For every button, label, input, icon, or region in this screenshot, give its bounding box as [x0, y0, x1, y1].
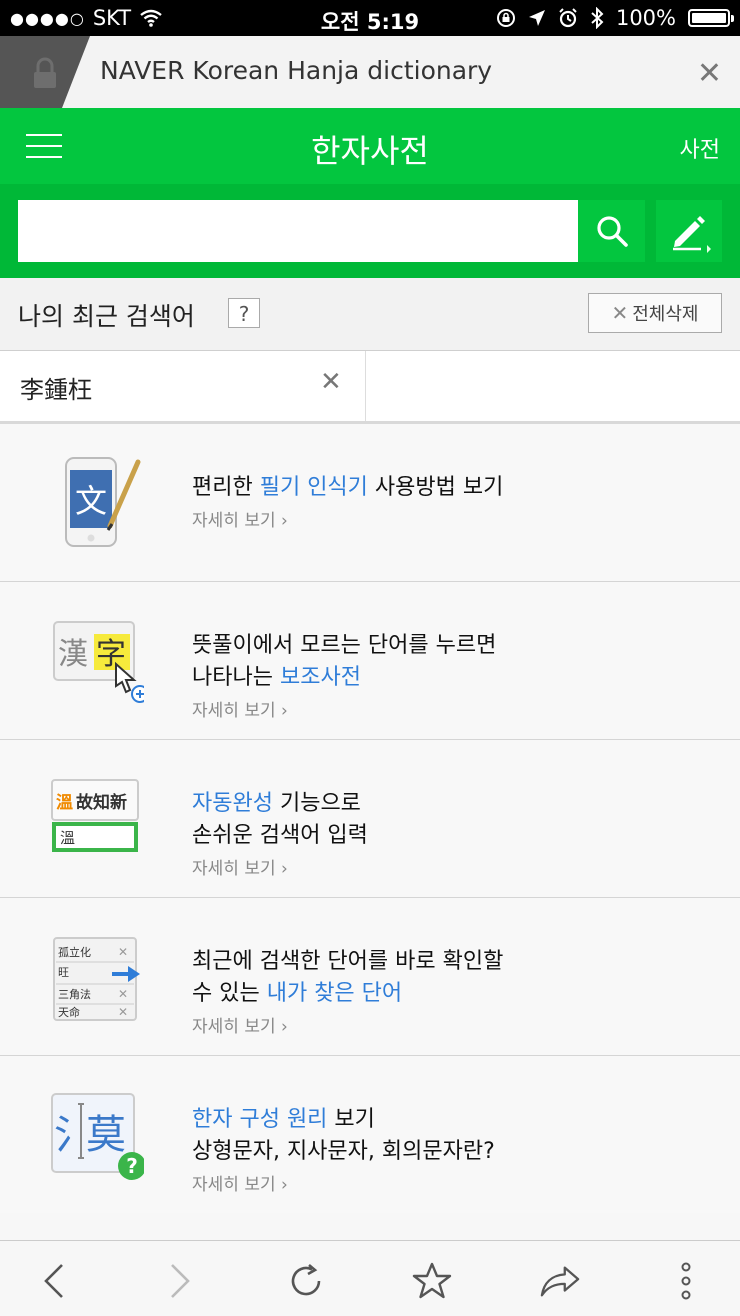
icon-glyph: 溫 — [56, 792, 73, 813]
feature-title-line2: 나타나는 보조사전 — [192, 665, 361, 690]
feature-sub-dictionary[interactable]: 漢 字 뜻풀이에서 모르는 단어를 누르면 나타나는 보조사전 자세히 보기 › — [0, 582, 740, 740]
recent-search-item[interactable]: 李鍾枉 ✕ — [0, 351, 366, 421]
dictionary-link[interactable]: 사전 — [680, 132, 720, 164]
battery-icon — [688, 9, 734, 27]
recent-search-header: 나의 최근 검색어 ? ✕ 전체삭제 — [0, 278, 740, 351]
location-icon — [528, 10, 545, 26]
reload-icon — [291, 1264, 321, 1296]
feature-title: 편리한 필기 인식기 사용방법 보기 — [192, 475, 504, 500]
alarm-icon — [559, 8, 577, 28]
star-icon — [412, 1262, 452, 1299]
app-header: 한자사전 사전 — [0, 108, 740, 184]
status-bar: ●●●●○ SKT 오전 5:19 100% — [0, 0, 740, 36]
sub-dictionary-icon: 漢 字 — [53, 621, 144, 703]
search-input[interactable] — [18, 200, 578, 262]
feature-handwriting-recognizer[interactable]: 文 편리한 필기 인식기 사용방법 보기 자세히 보기 › — [0, 424, 740, 582]
lock-icon — [0, 36, 90, 108]
icon-glyph: 莫 — [86, 1112, 126, 1158]
forward-button[interactable] — [160, 1261, 200, 1301]
recent-search-word[interactable]: 李鍾枉 — [20, 370, 92, 405]
browser-page-title: NAVER Korean Hanja dictionary — [100, 56, 493, 85]
more-link[interactable]: 자세히 보기 › — [192, 856, 368, 882]
icon-glyph: 溫 — [60, 829, 75, 847]
feature-hanja-composition[interactable]: 氵 莫 ? 한자 구성 원리 보기 상형문자, 지사문자, 회의문자란? 자세히… — [0, 1056, 740, 1213]
close-icon: ✕ — [611, 301, 629, 325]
icon-glyph: 文 — [75, 482, 107, 520]
share-button[interactable] — [540, 1261, 580, 1301]
close-icon: ✕ — [118, 987, 128, 1001]
delete-all-label: 전체삭제 — [632, 304, 699, 325]
feature-title-line2: 손쉬운 검색어 입력 — [192, 823, 368, 848]
battery-percent: 100% — [615, 6, 676, 30]
feature-title-line1: 최근에 검색한 단어를 바로 확인할 — [192, 949, 504, 974]
icon-glyph: 故知新 — [76, 792, 127, 813]
feature-my-searched-words[interactable]: 孤立化 ✕ 旺 三角法 ✕ 天命 ✕ 최근에 검색한 단어를 바로 확인할 수 … — [0, 898, 740, 1056]
icon-glyph: 三角法 — [58, 987, 91, 1001]
feature-title-line1: 뜻풀이에서 모르는 단어를 누르면 — [192, 633, 497, 658]
browser-toolbar — [0, 1240, 740, 1316]
help-button[interactable]: ? — [228, 298, 260, 328]
more-vertical-icon — [681, 1262, 691, 1300]
handwriting-button[interactable] — [656, 200, 722, 262]
more-link[interactable]: 자세히 보기 › — [192, 1172, 495, 1198]
feature-title-line1: 자동완성 기능으로 — [192, 791, 361, 816]
icon-glyph: 孤立化 — [58, 945, 91, 959]
remove-recent-icon[interactable]: ✕ — [320, 367, 342, 397]
browser-title-bar: NAVER Korean Hanja dictionary ✕ — [0, 36, 740, 109]
more-link[interactable]: 자세히 보기 › — [192, 1014, 503, 1040]
feature-title-line2: 상형문자, 지사문자, 회의문자란? — [192, 1139, 495, 1164]
icon-glyph: 漢 — [58, 637, 88, 672]
icon-glyph: 天命 — [58, 1005, 80, 1019]
handwriting-phone-icon: 文 — [65, 457, 141, 547]
search-bar — [0, 184, 740, 278]
hanja-composition-icon: 氵 莫 ? — [51, 1093, 144, 1180]
more-link[interactable]: 자세히 보기 › — [192, 508, 503, 534]
feature-list: 文 편리한 필기 인식기 사용방법 보기 자세히 보기 › 漢 字 뜻풀이에서 … — [0, 424, 740, 1213]
close-icon: ✕ — [118, 945, 128, 959]
back-button[interactable] — [34, 1261, 74, 1301]
search-icon — [596, 216, 628, 247]
chevron-right-icon — [171, 1264, 190, 1298]
more-link[interactable]: 자세히 보기 › — [192, 698, 496, 724]
recent-search-list: 李鍾枉 ✕ — [0, 351, 740, 424]
search-button[interactable] — [578, 200, 645, 262]
history-list-icon: 孤立化 ✕ 旺 三角法 ✕ 天命 ✕ — [53, 937, 140, 1021]
recent-search-title: 나의 최근 검색어 — [18, 302, 195, 331]
close-icon[interactable]: ✕ — [697, 56, 722, 91]
feature-title-line1: 한자 구성 원리 보기 — [192, 1107, 375, 1132]
icon-glyph: ? — [126, 1154, 138, 1178]
icon-glyph: 旺 — [58, 966, 69, 979]
chevron-left-icon — [44, 1264, 63, 1298]
bookmark-button[interactable] — [412, 1261, 452, 1301]
bluetooth-icon — [591, 7, 604, 29]
feature-title-line2: 수 있는 내가 찾은 단어 — [192, 981, 403, 1006]
feature-autocomplete[interactable]: 溫 故知新 溫 자동완성 기능으로 손쉬운 검색어 입력 자세히 보기 › — [0, 740, 740, 898]
icon-glyph: 字 — [96, 637, 126, 672]
more-options-button[interactable] — [666, 1261, 706, 1301]
close-icon: ✕ — [118, 1005, 128, 1019]
delete-all-button[interactable]: ✕ 전체삭제 — [588, 293, 722, 333]
rotation-lock-icon — [496, 9, 515, 27]
reload-button[interactable] — [286, 1261, 326, 1301]
pen-icon — [673, 216, 711, 253]
share-icon — [540, 1266, 580, 1297]
autocomplete-icon: 溫 故知新 溫 — [51, 779, 139, 852]
page-title: 한자사전 — [311, 132, 429, 170]
